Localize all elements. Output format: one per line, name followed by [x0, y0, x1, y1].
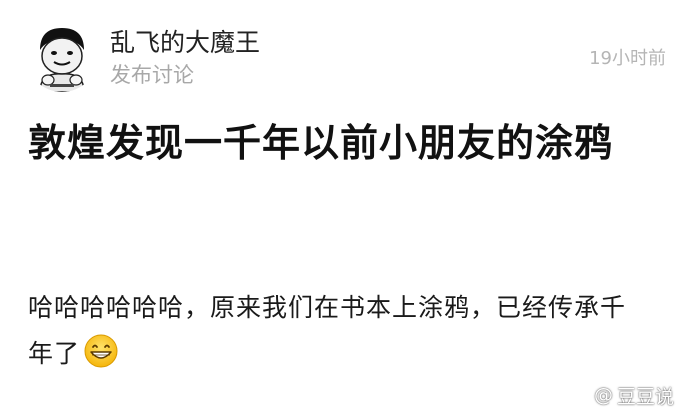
watermark-at: @ — [593, 384, 613, 406]
watermark-text: 豆豆说 — [616, 385, 674, 408]
post-title[interactable]: 敦煌发现一千年以前小朋友的涂鸦 — [28, 118, 648, 168]
post-type-label: 发布讨论 — [110, 63, 194, 87]
avatar[interactable] — [26, 20, 98, 92]
grinning-face-icon — [84, 334, 118, 368]
post-timestamp: 19小时前 — [589, 48, 666, 69]
post-header: 乱飞的大魔王 发布讨论 19小时前 — [26, 20, 666, 100]
meme-face-icon — [39, 28, 85, 92]
weibo-icon — [563, 386, 588, 406]
author-name[interactable]: 乱飞的大魔王 — [110, 28, 260, 58]
post-body[interactable]: 哈哈哈哈哈哈，原来我们在书本上涂鸦，已经传承千年了 — [28, 285, 648, 377]
watermark: @ 豆豆说 — [563, 381, 674, 409]
